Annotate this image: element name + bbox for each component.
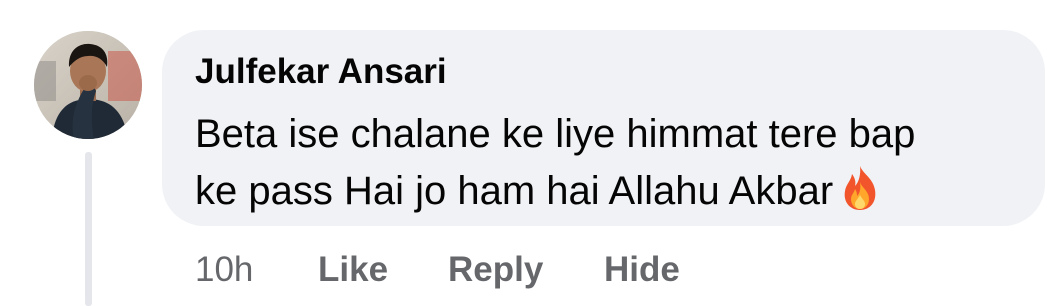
- fire-icon: [839, 164, 881, 212]
- comment: Julfekar Ansari Beta ise chalane ke liye…: [0, 0, 1051, 306]
- timestamp[interactable]: 10h: [195, 248, 253, 292]
- avatar[interactable]: [34, 31, 142, 139]
- comment-text: Beta ise chalane ke liye himmat tere bap…: [195, 106, 1035, 220]
- hide-button[interactable]: Hide: [604, 248, 680, 292]
- thread-line: [85, 152, 92, 306]
- author-name[interactable]: Julfekar Ansari: [195, 52, 447, 92]
- like-button[interactable]: Like: [318, 248, 388, 292]
- comment-text-line-2: ke pass Hai jo ham hai Allahu Akbar: [195, 163, 1035, 220]
- comment-text-line-1: Beta ise chalane ke liye himmat tere bap: [195, 112, 916, 156]
- comment-text-line-2-content: ke pass Hai jo ham hai Allahu Akbar: [195, 169, 834, 213]
- reply-button[interactable]: Reply: [448, 248, 543, 292]
- avatar-photo: [34, 31, 142, 139]
